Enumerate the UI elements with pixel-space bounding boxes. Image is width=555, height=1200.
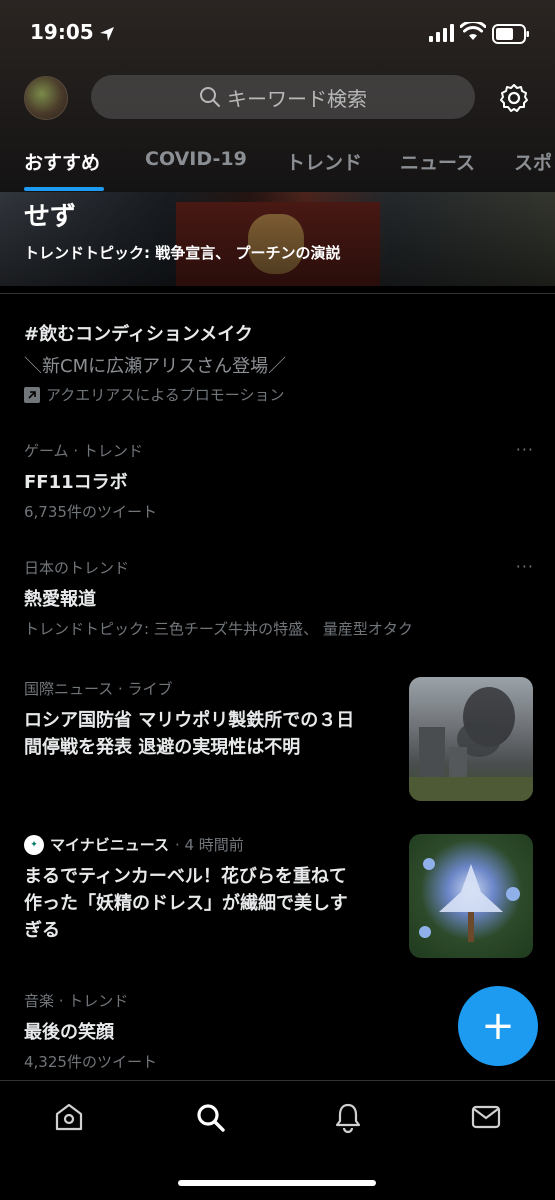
- mail-icon[interactable]: [470, 1101, 502, 1133]
- tab-sports[interactable]: スポ: [514, 148, 552, 175]
- tab-recommended[interactable]: おすすめ: [24, 148, 100, 175]
- hero-shade: [0, 192, 555, 286]
- divider: [0, 293, 555, 294]
- news-title: まるでティンカーベル！花びらを重ねて 作った「妖精のドレス」が繊細で美しす ぎる: [24, 863, 389, 944]
- compose-tweet-button[interactable]: +: [458, 986, 538, 1066]
- status-time: 19:05: [30, 20, 94, 44]
- news-title-line: ロシア国防省 マリウポリ製鉄所での３日: [24, 710, 355, 731]
- promoted-icon: [24, 386, 40, 403]
- explore-icon[interactable]: [194, 1101, 226, 1133]
- trend-category: ゲーム · トレンド: [24, 442, 143, 460]
- tab-news[interactable]: ニュース: [400, 148, 475, 175]
- bell-icon[interactable]: [332, 1101, 364, 1133]
- trend-count: 4,325件のツイート: [24, 1053, 157, 1071]
- header: 19:05 キーワード検索 おすすめ COVID-19 トレンド ニュース スポ: [0, 0, 555, 192]
- news-thumbnail[interactable]: [409, 677, 533, 801]
- source-name: マイナビニュース: [50, 836, 169, 854]
- avatar[interactable]: [24, 76, 68, 120]
- more-options-icon[interactable]: ···: [516, 557, 534, 576]
- news-title-line: ぎる: [24, 920, 60, 941]
- trend-category: 日本のトレンド: [24, 559, 130, 577]
- trend-topics: トレンドトピック: 三色チーズ牛丼の特盛、 量産型オタク: [24, 620, 413, 638]
- more-options-icon[interactable]: ···: [516, 440, 534, 459]
- news-title-line: 間停戦を発表 退避の実現性は不明: [24, 737, 301, 758]
- news-title-line: 作った「妖精のドレス」が繊細で美しす: [24, 893, 348, 914]
- battery-icon: [492, 24, 529, 44]
- trend-item[interactable]: 日本のトレンド 熱愛報道 トレンドトピック: 三色チーズ牛丼の特盛、 量産型オタ…: [24, 557, 534, 639]
- promoted-trend[interactable]: #飲むコンディションメイク ＼新CMに広瀬アリスさん登場／ アクエリアスによるプ…: [24, 320, 534, 405]
- news-item[interactable]: ✦ マイナビニュース · 4 時間前 まるでティンカーベル！花びらを重ねて 作っ…: [24, 834, 389, 944]
- promo-attribution: アクエリアスによるプロモーション: [24, 384, 534, 405]
- home-indicator: [178, 1180, 376, 1186]
- location-arrow-icon: [100, 27, 114, 41]
- trend-count: 6,735件のツイート: [24, 503, 157, 521]
- gear-icon[interactable]: [498, 82, 530, 114]
- source-logo-icon: ✦: [24, 834, 44, 855]
- tab-bar: おすすめ COVID-19 トレンド ニュース スポ: [0, 140, 555, 192]
- promoted-by-label: アクエリアスによるプロモーション: [46, 386, 285, 404]
- hero-card[interactable]: せず トレンドトピック: 戦争宣言、 プーチンの演説: [0, 192, 555, 286]
- hero-title: せず: [24, 202, 77, 232]
- status-bar: 19:05: [0, 18, 555, 52]
- trend-category: 音楽 · トレンド: [24, 992, 129, 1010]
- hero-subtitle: トレンドトピック: 戦争宣言、 プーチンの演説: [24, 244, 341, 262]
- trend-item[interactable]: ゲーム · トレンド FF11コラボ 6,735件のツイート ···: [24, 440, 534, 522]
- search-bar[interactable]: キーワード検索: [91, 75, 475, 119]
- source-time: · 4 時間前: [174, 836, 244, 854]
- news-title: ロシア国防省 マリウポリ製鉄所での３日 間停戦を発表 退避の実現性は不明: [24, 707, 384, 761]
- search-placeholder: キーワード検索: [227, 86, 367, 111]
- news-source: ✦ マイナビニュース · 4 時間前: [24, 834, 389, 855]
- promo-title: #飲むコンディションメイク: [24, 324, 253, 345]
- trend-title: FF11コラボ: [24, 472, 128, 493]
- tab-covid19[interactable]: COVID-19: [145, 148, 247, 170]
- news-item[interactable]: 国際ニュース · ライブ ロシア国防省 マリウポリ製鉄所での３日 間停戦を発表 …: [24, 678, 384, 761]
- home-icon[interactable]: [53, 1101, 85, 1133]
- trend-title: 熱愛報道: [24, 589, 96, 610]
- active-tab-indicator: [24, 187, 104, 191]
- wifi-icon: [460, 22, 486, 40]
- news-title-line: まるでティンカーベル！花びらを重ねて: [24, 866, 347, 887]
- promo-subtitle: ＼新CMに広瀬アリスさん登場／: [24, 356, 287, 377]
- tab-trends[interactable]: トレンド: [286, 148, 362, 175]
- plus-icon: +: [481, 1003, 515, 1049]
- search-icon: [200, 87, 220, 107]
- signal-icon: [429, 24, 454, 42]
- news-thumbnail[interactable]: [409, 834, 533, 958]
- news-category: 国際ニュース · ライブ: [24, 680, 173, 698]
